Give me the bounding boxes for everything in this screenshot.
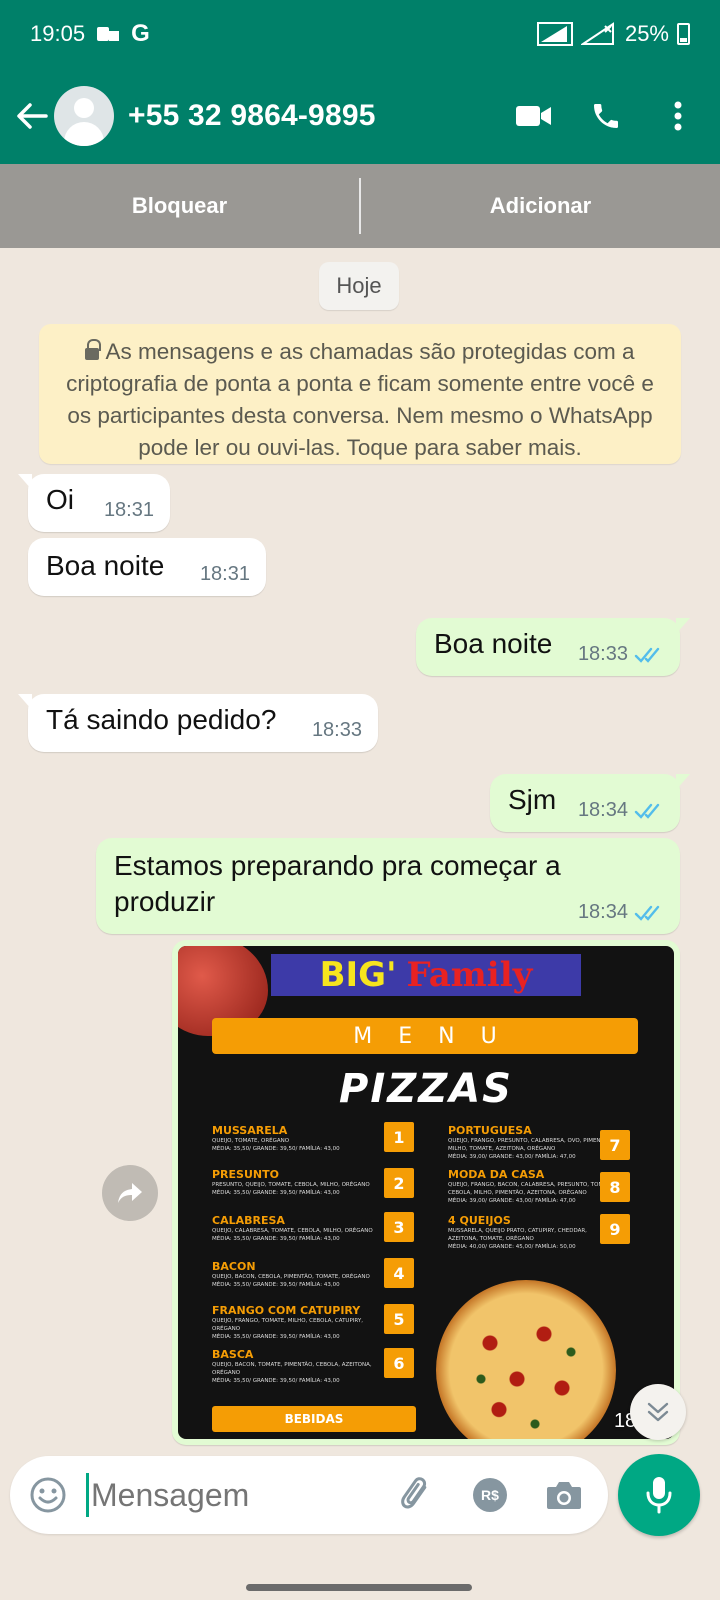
block-button[interactable]: Bloquear (0, 193, 359, 219)
menu-item-number: 9 (600, 1214, 630, 1244)
more-options-button[interactable] (654, 92, 702, 140)
header-actions (510, 92, 702, 140)
menu-item-number: 3 (384, 1212, 414, 1242)
add-contact-button[interactable]: Adicionar (361, 193, 720, 219)
read-ticks-icon (634, 905, 660, 921)
text-cursor (86, 1473, 89, 1517)
arrow-left-icon (17, 103, 48, 129)
message-text: Oi (46, 484, 74, 515)
menu-item: BASCA QUEIJO, BACON, TOMATE, PIMENTÃO, CE… (212, 1348, 372, 1384)
camera-button[interactable] (538, 1469, 590, 1521)
avatar[interactable] (54, 86, 114, 146)
chat-area[interactable]: Hoje As mensagens e as chamadas são prot… (0, 248, 720, 1480)
screen-cast-icon (536, 22, 573, 46)
emoji-icon (30, 1477, 66, 1513)
pizza-menu-image[interactable]: BIG' Family MENU PIZZAS MUSSARELA QUEIJO,… (178, 946, 674, 1439)
message-time: 18:33 (578, 643, 664, 666)
message-text: Boa noite (434, 628, 553, 659)
menu-item: MUSSARELA QUEIJO, TOMATE, ORÉGANO MÉDIA: 3… (212, 1124, 340, 1152)
menu-item-number: 5 (384, 1304, 414, 1334)
message-text: Tá saindo pedido? (46, 704, 277, 735)
read-ticks-icon (634, 803, 660, 819)
message-outgoing[interactable]: Sjm 18:34 (490, 774, 690, 832)
pizza-photo (436, 1280, 616, 1439)
read-ticks-icon (634, 647, 660, 663)
battery-percent: 25% (624, 21, 669, 46)
encryption-notice[interactable]: As mensagens e as chamadas são protegida… (39, 324, 681, 464)
emoji-button[interactable] (18, 1465, 78, 1525)
date-chip: Hoje (319, 262, 399, 310)
menu-item: 4 QUEIJOS MUSSARELA, QUEIJO PRATO, CATUPI… (448, 1214, 587, 1250)
menu-item-number: 8 (600, 1172, 630, 1202)
voice-call-button[interactable] (582, 92, 630, 140)
composer-actions: R$ (390, 1469, 590, 1521)
system-nav-bar (0, 1546, 720, 1600)
encryption-text: As mensagens e as chamadas são protegida… (66, 339, 654, 460)
status-bar: 19:05 G 25% (0, 0, 720, 68)
carrier-icon: G (131, 20, 150, 47)
message-text: Sjm (508, 784, 557, 815)
message-time: 18:34 (578, 901, 664, 924)
forward-icon (118, 1183, 142, 1203)
cell-signal-icon (580, 22, 614, 45)
menu-item-number: 6 (384, 1348, 414, 1378)
message-outgoing[interactable]: Estamos preparando pra começar a produzir… (96, 838, 680, 934)
more-vertical-icon (674, 101, 682, 131)
menu-item-number: 7 (600, 1130, 630, 1160)
back-button[interactable] (4, 88, 60, 144)
microphone-icon (646, 1477, 672, 1514)
menu-item-number: 2 (384, 1168, 414, 1198)
home-gesture-handle[interactable] (246, 1584, 472, 1591)
message-text: Estamos preparando pra começar a produzir (114, 850, 561, 917)
camera-icon (547, 1482, 581, 1509)
image-message[interactable]: BIG' Family MENU PIZZAS MUSSARELA QUEIJO,… (172, 940, 680, 1445)
menu-item: PRESUNTO PRESUNTO, QUEIJO, TOMATE, CEBOLA… (212, 1168, 370, 1196)
attach-button[interactable] (390, 1469, 442, 1521)
message-composer: R$ (10, 1456, 608, 1534)
phone-icon (594, 104, 618, 128)
drinks-label: BEBIDAS (212, 1406, 416, 1432)
message-time: 18:31 (103, 499, 154, 521)
payment-button[interactable]: R$ (464, 1469, 516, 1521)
menu-item: CALABRESA QUEIJO, CALABRESA, TOMATE, CEBO… (212, 1214, 373, 1242)
message-incoming[interactable]: Oi 18:31 (18, 474, 170, 532)
paperclip-icon (401, 1477, 427, 1509)
video-call-button[interactable] (510, 92, 558, 140)
status-right-icons: 25% (536, 21, 690, 47)
video-call-icon (516, 106, 551, 126)
chat-header: +55 32 9864-9895 (0, 68, 720, 164)
signal-icon (97, 27, 120, 41)
menu-heading: PIZZAS (339, 1066, 513, 1112)
status-left-icons: G (95, 20, 150, 48)
message-time: 18:31 (199, 563, 250, 585)
message-time: 18:33 (311, 719, 362, 741)
message-incoming[interactable]: Tá saindo pedido? 18:33 (18, 694, 378, 752)
menu-item: FRANGO COM CATUPIRY QUEIJO, FRANGO, TOMAT… (212, 1304, 363, 1340)
message-incoming[interactable]: Boa noite 18:31 (28, 538, 266, 596)
message-outgoing[interactable]: Boa noite 18:33 (416, 618, 690, 676)
message-input[interactable] (91, 1476, 381, 1514)
forward-button[interactable] (102, 1165, 158, 1221)
menu-item: BACON QUEIJO, BACON, CEBOLA, PIMENTÃO, TO… (212, 1260, 370, 1288)
battery-icon (677, 23, 690, 45)
lock-icon (85, 339, 102, 360)
menu-item-number: 4 (384, 1258, 414, 1288)
brand-logo: BIG' Family (271, 954, 581, 996)
voice-message-button[interactable] (618, 1454, 700, 1536)
message-time: 18:34 (578, 799, 664, 822)
unknown-contact-bar: Bloquear Adicionar (0, 164, 720, 248)
double-chevron-down-icon (647, 1402, 669, 1422)
menu-item-number: 1 (384, 1122, 414, 1152)
menu-item: PORTUGUESA QUEIJO, FRANGO, PRESUNTO, CALA… (448, 1124, 614, 1160)
menu-label: MENU (212, 1018, 638, 1054)
status-time: 19:05 (30, 21, 86, 46)
currency-icon: R$ (473, 1478, 507, 1512)
message-text: Boa noite (46, 550, 165, 581)
scroll-to-bottom-button[interactable] (630, 1384, 686, 1440)
contact-name[interactable]: +55 32 9864-9895 (128, 99, 376, 133)
menu-item: MODA DA CASA QUEIJO, FRANGO, BACON, CALAB… (448, 1168, 616, 1204)
